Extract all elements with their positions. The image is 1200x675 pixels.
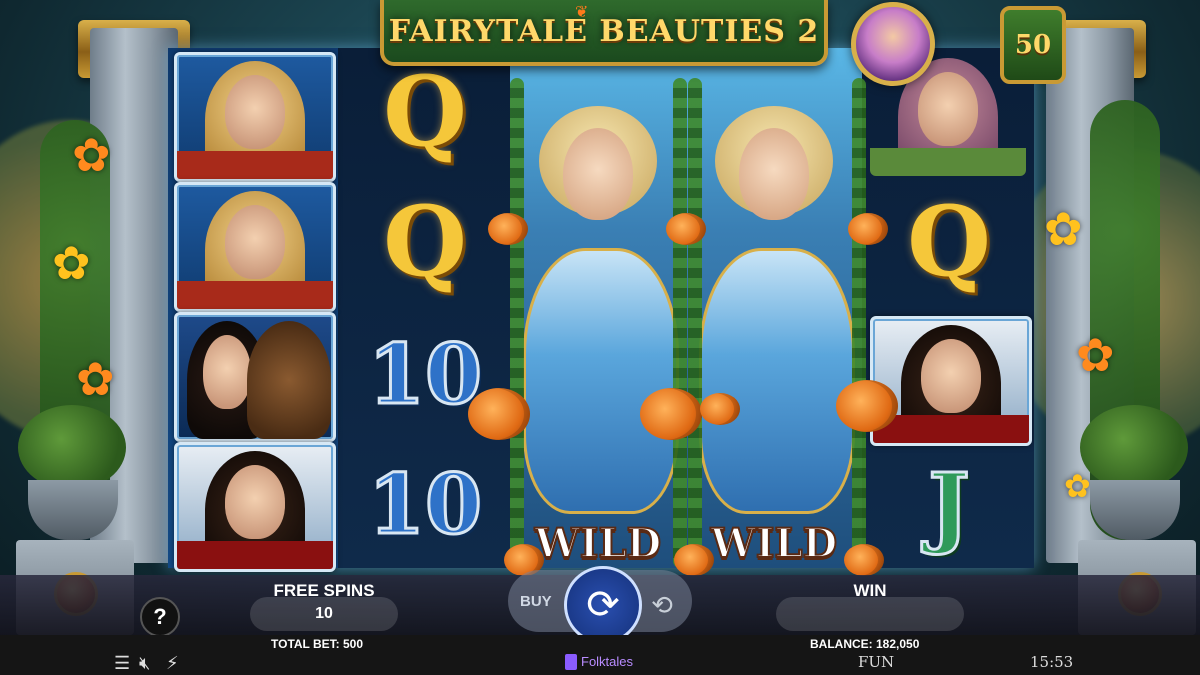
pumpkin-icon xyxy=(640,388,702,440)
reel-1 xyxy=(168,48,338,572)
spin-button[interactable]: ⟳ xyxy=(564,566,642,644)
symbol-10: 10 xyxy=(366,456,483,555)
reel-grid: Q Q 10 10 WILD WILD Q J xyxy=(168,48,1034,576)
autoplay-icon: ⟲ xyxy=(651,589,673,620)
pumpkin-icon xyxy=(666,213,706,245)
butterfly-icon: ❦ xyxy=(575,4,589,21)
hanging-vine xyxy=(688,78,702,568)
total-bet: TOTAL BET: 500 xyxy=(271,637,364,651)
flower-icon: ✿ xyxy=(52,237,91,289)
game-title: FAIRYTALE BEAUTIES 2 xyxy=(388,13,820,49)
reel-4-wild: WILD xyxy=(686,48,862,568)
lines-badge: 50 xyxy=(1000,6,1066,84)
flower-icon: ✿ xyxy=(1076,329,1115,381)
sound-muted-icon[interactable]: 🔇︎ xyxy=(139,653,150,674)
win-value xyxy=(776,597,964,631)
menu-icon[interactable]: ☰ xyxy=(114,653,130,674)
pumpkin-icon xyxy=(836,380,898,432)
brand-logo-icon xyxy=(565,654,577,670)
play-mode: FUN xyxy=(858,653,895,671)
flower-icon: ✿ xyxy=(76,353,115,405)
balance: BALANCE: 182,050 xyxy=(810,637,920,651)
flower-icon: ✿ xyxy=(72,129,111,181)
reel-2: Q Q 10 10 xyxy=(340,48,510,568)
symbol-queen xyxy=(174,442,336,572)
pumpkin-icon xyxy=(700,393,740,425)
reel-5: Q J xyxy=(864,48,1034,568)
pumpkin-icon xyxy=(468,388,530,440)
symbol-blonde-heroine xyxy=(174,52,336,182)
hanging-vine xyxy=(510,78,524,568)
right-urn-bush xyxy=(1080,405,1188,490)
brand-name: Folktales xyxy=(581,654,634,669)
free-spins-value: 10 xyxy=(250,597,398,631)
hanging-vine xyxy=(673,78,687,568)
hanging-vine xyxy=(852,78,866,568)
pumpkin-icon xyxy=(488,213,528,245)
symbol-beauty-and-beast xyxy=(174,312,336,442)
game-title-banner: FAIRYTALE BEAUTIES 2 xyxy=(380,0,828,66)
flower-icon: ✿ xyxy=(1064,468,1091,504)
turbo-icon[interactable]: ⚡︎ xyxy=(166,653,179,674)
autoplay-button[interactable]: ⟲ xyxy=(642,585,682,625)
pumpkin-icon xyxy=(844,544,884,576)
info-button[interactable]: ? xyxy=(140,597,180,637)
symbol-j: J xyxy=(927,452,972,559)
pumpkin-icon xyxy=(848,213,888,245)
reel-3-wild: WILD xyxy=(510,48,686,568)
buy-button[interactable]: BUY xyxy=(520,593,552,610)
symbol-q: Q xyxy=(383,54,467,168)
character-medallion xyxy=(851,2,935,86)
clock: 15:53 xyxy=(1030,653,1074,671)
left-urn-bush xyxy=(18,405,126,490)
symbol-q: Q xyxy=(907,184,991,298)
symbol-q: Q xyxy=(383,184,467,298)
spin-icon: ⟳ xyxy=(586,583,620,627)
symbol-blonde-heroine xyxy=(174,182,336,312)
symbol-queen xyxy=(870,316,1032,446)
pumpkin-icon xyxy=(674,544,714,576)
flower-icon: ✿ xyxy=(1044,203,1083,255)
